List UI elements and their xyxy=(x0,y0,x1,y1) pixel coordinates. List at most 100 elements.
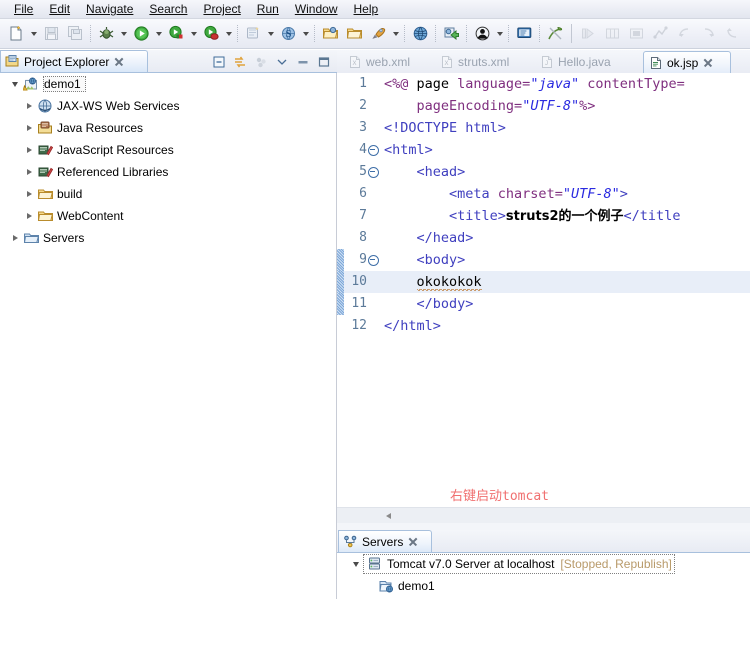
close-icon[interactable] xyxy=(703,58,712,67)
toolbar-separator-9 xyxy=(571,24,572,43)
project-explorer-tree[interactable]: ! demo1 JAX-WS Web Services Java Resourc… xyxy=(0,73,337,599)
scroll-left-arrow-icon[interactable] xyxy=(383,510,394,521)
collapse-arrow-icon[interactable] xyxy=(22,183,36,205)
servers-tree[interactable]: Tomcat v7.0 Server at localhost [Stopped… xyxy=(337,553,750,649)
pin-icon[interactable] xyxy=(543,22,567,46)
menu-run-label: Run xyxy=(256,2,279,16)
coverage-dropdown-arrow[interactable] xyxy=(223,23,234,45)
tab-hello-java-label: Hello.java xyxy=(558,55,611,69)
search-dropdown-arrow[interactable] xyxy=(300,23,311,45)
new-wizard-dropdown-arrow[interactable] xyxy=(28,23,39,45)
run-external-tools-icon[interactable] xyxy=(164,22,188,46)
new-jsp-icon[interactable] xyxy=(241,22,265,46)
code-lines[interactable]: 1 <%@ page language="java" contentType= 2 … xyxy=(337,73,750,337)
code-line[interactable]: 11 </body> xyxy=(337,293,750,315)
collapse-arrow-icon[interactable] xyxy=(22,117,36,139)
code-line[interactable]: 5 <head> xyxy=(337,161,750,183)
menu-run[interactable]: Run xyxy=(249,1,287,17)
tree-item-servers[interactable]: Servers xyxy=(0,227,336,249)
server-row-demo1[interactable]: demo1 xyxy=(337,575,750,597)
tree-item-build[interactable]: build xyxy=(0,183,336,205)
code-line[interactable]: 8 </head> xyxy=(337,227,750,249)
editor-horizontal-scrollbar[interactable] xyxy=(337,507,750,523)
code-line[interactable]: 3 <!DOCTYPE html> xyxy=(337,117,750,139)
debug-dropdown-arrow[interactable] xyxy=(118,23,129,45)
code-line[interactable]: 12 </html> xyxy=(337,315,750,337)
code-line[interactable]: 7 <title>struts2的一个例子</title xyxy=(337,205,750,227)
menu-navigate[interactable]: Navigate xyxy=(78,1,141,17)
code-line[interactable]: 9 <body> xyxy=(337,249,750,271)
tab-hello-java[interactable]: J Hello.java xyxy=(535,51,631,73)
code-text: </body> xyxy=(384,296,474,312)
server-row-tomcat[interactable]: Tomcat v7.0 Server at localhost [Stopped… xyxy=(337,553,750,575)
tab-struts-xml[interactable]: X struts.xml xyxy=(435,51,529,73)
restore-icon[interactable] xyxy=(293,52,312,71)
tree-item-referenced-libraries-label: Referenced Libraries xyxy=(57,165,169,179)
menu-help[interactable]: Help xyxy=(346,1,387,17)
menu-window[interactable]: Window xyxy=(287,1,346,17)
view-menu-icon[interactable] xyxy=(251,52,270,71)
close-icon[interactable] xyxy=(114,57,123,66)
external-tools-dropdown-arrow[interactable] xyxy=(390,23,401,45)
web-browser-icon[interactable] xyxy=(408,22,432,46)
tab-project-explorer[interactable]: Project Explorer xyxy=(0,50,148,72)
tree-item-referenced-libraries[interactable]: Referenced Libraries xyxy=(0,161,336,183)
expand-arrow-icon[interactable] xyxy=(8,73,22,95)
code-editor[interactable]: 1 <%@ page language="java" contentType= 2 … xyxy=(337,73,750,523)
fold-collapse-icon[interactable] xyxy=(367,166,380,178)
expand-arrow-icon[interactable] xyxy=(349,553,363,575)
code-line[interactable]: 4 <html> xyxy=(337,139,750,161)
user-dropdown-arrow[interactable] xyxy=(494,23,505,45)
toolbar-separator-3 xyxy=(314,25,315,42)
collapse-arrow-icon[interactable] xyxy=(22,95,36,117)
new-jsp-dropdown-arrow[interactable] xyxy=(265,23,276,45)
external-tools-icon[interactable] xyxy=(366,22,390,46)
collapse-arrow-icon[interactable] xyxy=(22,161,36,183)
deploy-icon[interactable] xyxy=(439,22,463,46)
maximize-icon[interactable] xyxy=(314,52,333,71)
collapse-arrow-icon[interactable] xyxy=(8,227,22,249)
previous-edit-icon xyxy=(672,22,696,46)
tab-servers[interactable]: Servers xyxy=(338,530,432,552)
code-line[interactable]: 6 <meta charset="UTF-8"> xyxy=(337,183,750,205)
new-wizard-icon[interactable] xyxy=(4,22,28,46)
menu-edit[interactable]: Edit xyxy=(41,1,78,17)
tree-item-webcontent[interactable]: WebContent xyxy=(0,205,336,227)
menu-project[interactable]: Project xyxy=(195,1,248,17)
code-line[interactable]: 1 <%@ page language="java" contentType= xyxy=(337,73,750,95)
run-dropdown-arrow[interactable] xyxy=(153,23,164,45)
menu-file[interactable]: File xyxy=(6,1,41,17)
search-icon[interactable]: S xyxy=(276,22,300,46)
collapse-arrow-icon[interactable] xyxy=(22,139,36,161)
run-external-dropdown-arrow[interactable] xyxy=(188,23,199,45)
code-line[interactable]: 10 okokokok xyxy=(337,271,750,293)
close-icon[interactable] xyxy=(408,537,417,546)
debug-icon[interactable] xyxy=(94,22,118,46)
tab-web-xml[interactable]: X web.xml xyxy=(343,51,429,73)
fold-collapse-icon[interactable] xyxy=(367,254,380,266)
server-row-tomcat-selection[interactable]: Tomcat v7.0 Server at localhost [Stopped… xyxy=(363,554,675,574)
fold-collapse-icon[interactable] xyxy=(367,144,380,156)
open-resource-icon[interactable] xyxy=(342,22,366,46)
console-icon[interactable] xyxy=(512,22,536,46)
collapse-arrow-icon[interactable] xyxy=(22,205,36,227)
minimize-icon[interactable] xyxy=(272,52,291,71)
save-all-icon[interactable] xyxy=(63,22,87,46)
code-text: <html> xyxy=(384,142,433,158)
coverage-icon[interactable] xyxy=(199,22,223,46)
servers-folder-icon xyxy=(22,229,40,247)
tree-item-javascript-resources[interactable]: JavaScript Resources xyxy=(0,139,336,161)
tree-item-demo1[interactable]: ! demo1 xyxy=(0,73,336,95)
code-line[interactable]: 2 pageEncoding="UTF-8"%> xyxy=(337,95,750,117)
save-icon[interactable] xyxy=(39,22,63,46)
tree-item-java-resources[interactable]: Java Resources xyxy=(0,117,336,139)
toolbar-separator-8 xyxy=(539,25,540,42)
open-type-icon[interactable] xyxy=(318,22,342,46)
collapse-all-icon[interactable] xyxy=(209,52,228,71)
tree-item-jax-ws-web-services[interactable]: JAX-WS Web Services xyxy=(0,95,336,117)
tab-ok-jsp[interactable]: ok.jsp xyxy=(643,51,731,73)
link-with-editor-icon[interactable] xyxy=(230,52,249,71)
menu-search[interactable]: Search xyxy=(141,1,195,17)
user-icon[interactable] xyxy=(470,22,494,46)
run-icon[interactable] xyxy=(129,22,153,46)
